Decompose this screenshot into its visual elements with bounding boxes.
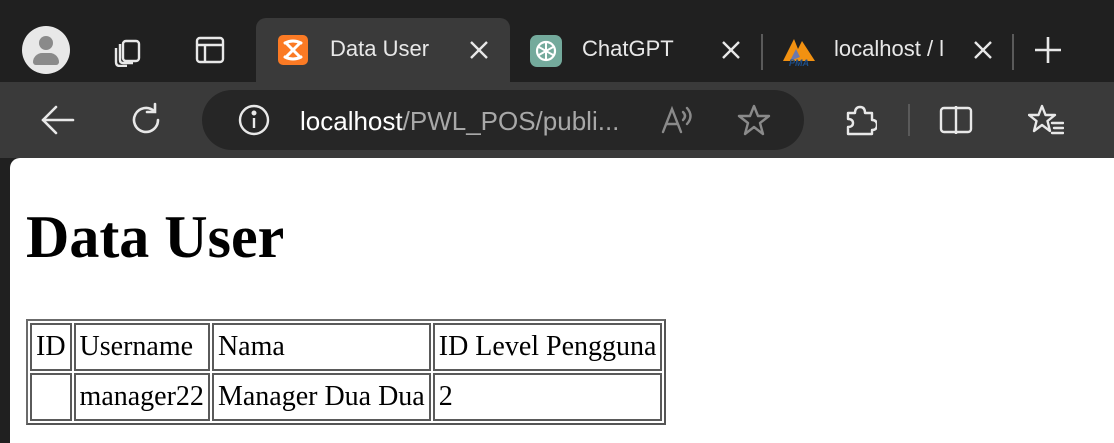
new-tab-icon[interactable] bbox=[1028, 30, 1068, 70]
user-table: ID Username Nama ID Level Pengguna manag… bbox=[26, 319, 667, 425]
page-title: Data User bbox=[26, 204, 285, 270]
site-info-icon[interactable] bbox=[234, 100, 274, 140]
chatgpt-icon bbox=[530, 35, 562, 67]
navigation-toolbar: localhost/PWL_POS/publi... bbox=[0, 82, 1114, 158]
table-header-row: ID Username Nama ID Level Pengguna bbox=[30, 323, 663, 371]
reload-icon[interactable] bbox=[126, 100, 166, 140]
back-icon[interactable] bbox=[38, 100, 78, 140]
tab-separator bbox=[1012, 34, 1014, 70]
header-nama: Nama bbox=[211, 323, 431, 371]
toolbar-divider bbox=[908, 104, 910, 136]
url-path: /PWL_POS/publi... bbox=[402, 106, 620, 136]
tab-phpmyadmin[interactable]: PMA localhost / l bbox=[762, 18, 1012, 82]
favorites-list-icon[interactable] bbox=[1026, 100, 1066, 140]
tab-chatgpt[interactable]: ChatGPT bbox=[510, 18, 760, 82]
profile-avatar-button[interactable] bbox=[22, 26, 70, 74]
cell-id-level: 2 bbox=[432, 373, 663, 421]
svg-text:PMA: PMA bbox=[789, 58, 809, 67]
close-tab-icon[interactable] bbox=[969, 36, 997, 64]
extensions-puzzle-icon[interactable] bbox=[840, 100, 880, 140]
browser-window: Data User ChatGPT PMA localhost / l loca… bbox=[0, 0, 1114, 443]
close-tab-icon[interactable] bbox=[465, 36, 493, 64]
split-screen-icon[interactable] bbox=[936, 100, 976, 140]
header-username: Username bbox=[73, 323, 210, 371]
address-bar[interactable]: localhost/PWL_POS/publi... bbox=[202, 90, 804, 150]
workspaces-icon[interactable] bbox=[108, 30, 148, 70]
tab-data-user[interactable]: Data User bbox=[256, 18, 510, 82]
profile-shoulders bbox=[33, 53, 59, 65]
url-host: localhost bbox=[300, 106, 403, 136]
table-row: manager22 Manager Dua Dua 2 bbox=[30, 373, 663, 421]
phpmyadmin-icon: PMA bbox=[780, 35, 818, 68]
favorite-star-icon[interactable] bbox=[734, 100, 774, 140]
header-id: ID bbox=[30, 323, 72, 371]
xampp-icon bbox=[278, 35, 308, 65]
profile-head bbox=[39, 36, 53, 50]
cell-nama: Manager Dua Dua bbox=[211, 373, 431, 421]
cell-username: manager22 bbox=[73, 373, 210, 421]
close-tab-icon[interactable] bbox=[717, 36, 745, 64]
read-aloud-icon[interactable] bbox=[658, 100, 698, 140]
page-content: Data User ID Username Nama ID Level Peng… bbox=[10, 158, 1114, 443]
tab-title: Data User bbox=[330, 36, 430, 61]
header-id-level: ID Level Pengguna bbox=[432, 323, 663, 371]
tab-title: localhost / l bbox=[834, 36, 945, 61]
cell-id bbox=[30, 373, 72, 421]
tab-actions-icon[interactable] bbox=[190, 30, 230, 70]
tab-title: ChatGPT bbox=[582, 36, 674, 61]
url-text[interactable]: localhost/PWL_POS/publi... bbox=[300, 106, 619, 137]
tab-strip: Data User ChatGPT PMA localhost / l bbox=[0, 0, 1114, 82]
